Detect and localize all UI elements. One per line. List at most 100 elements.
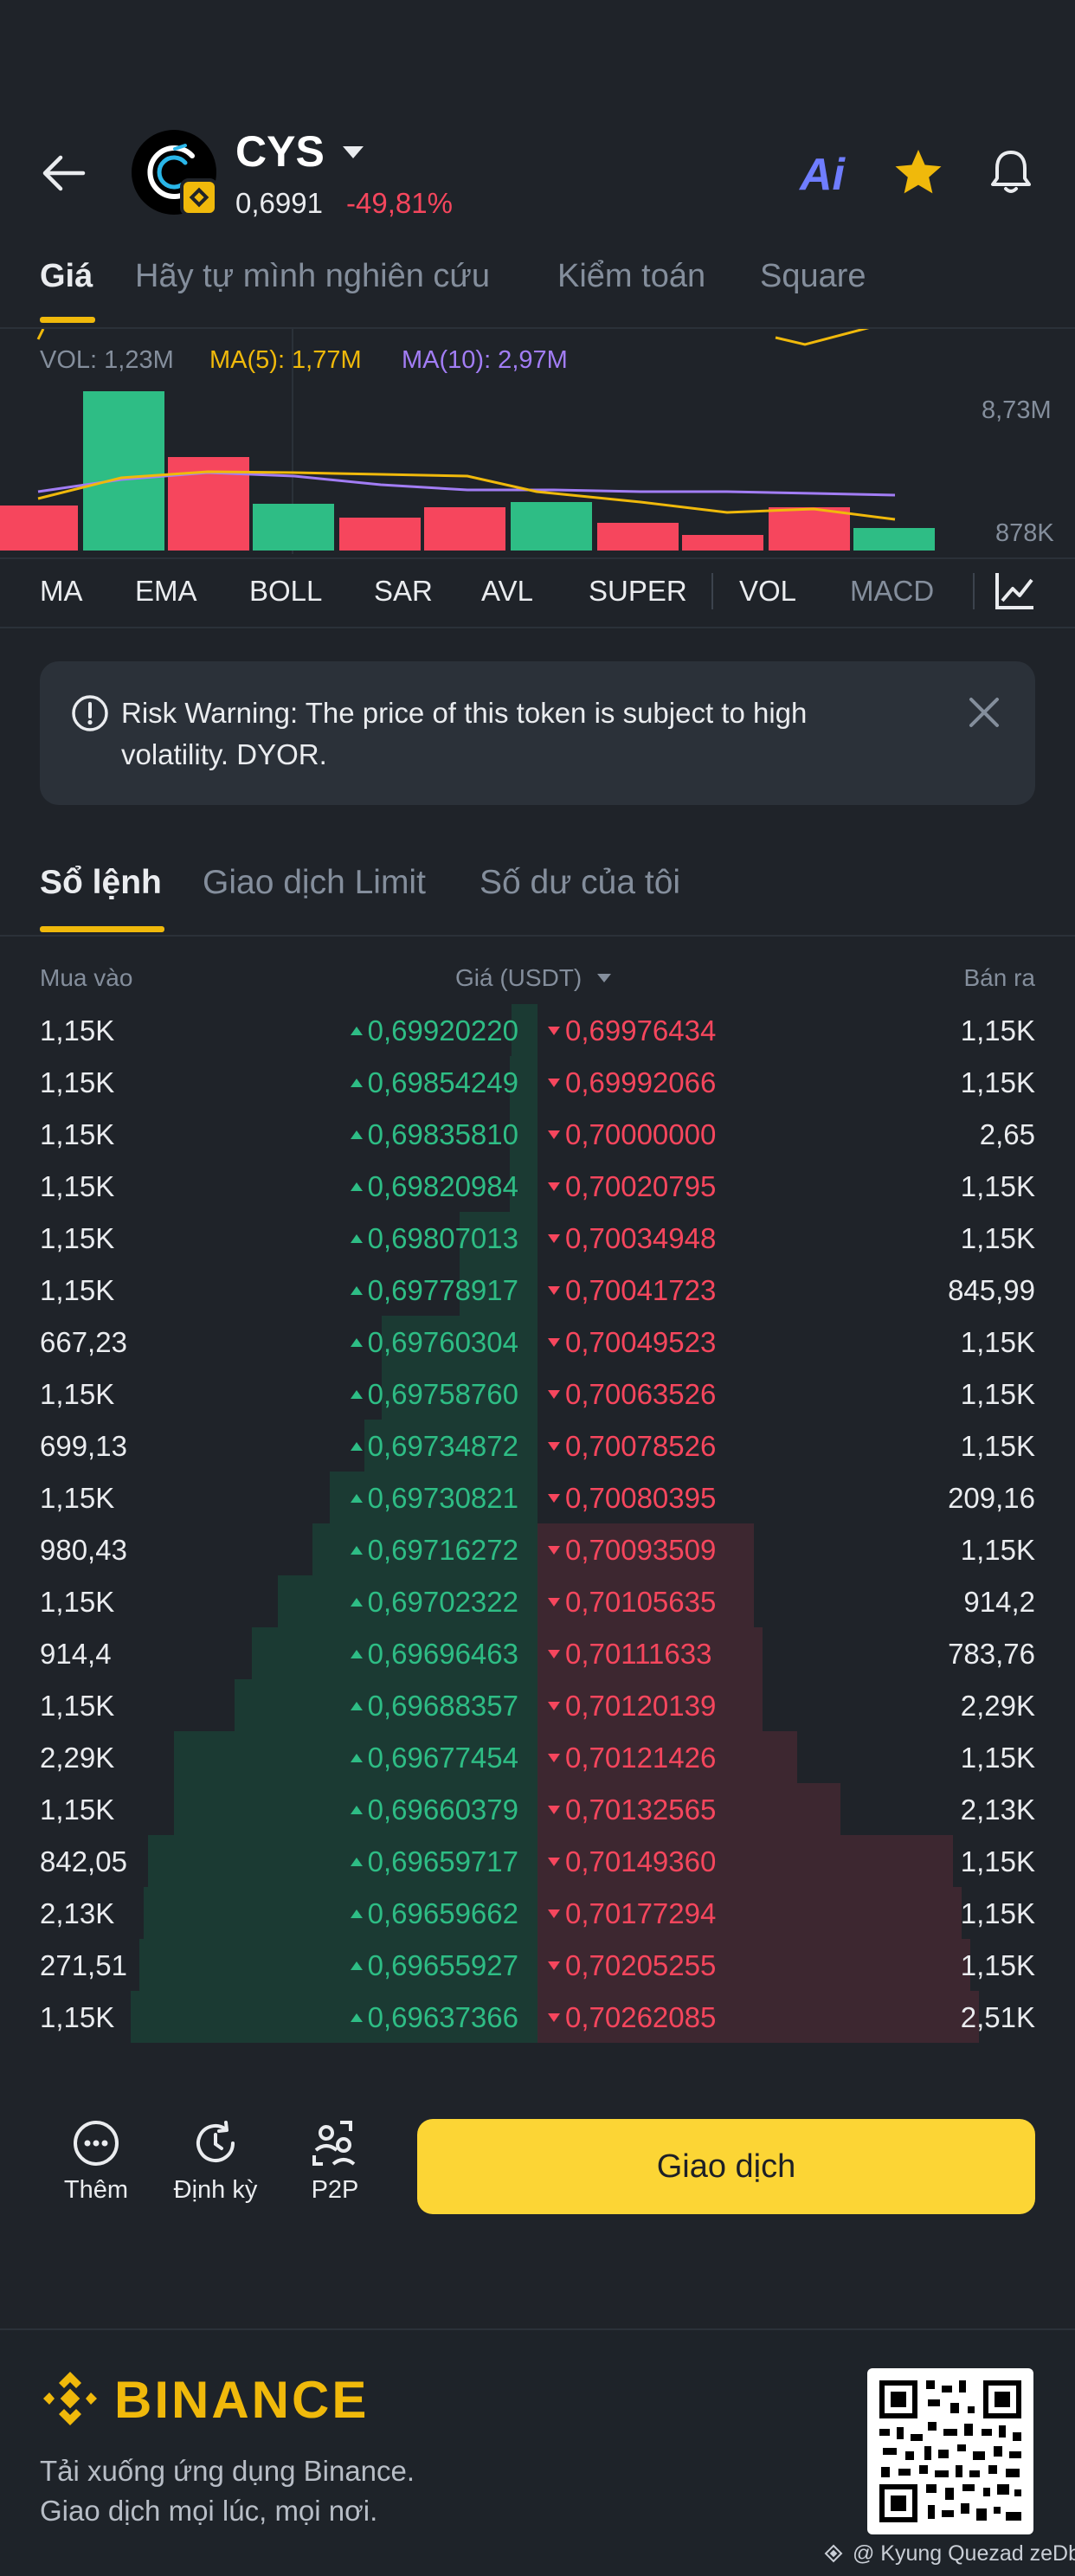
ai-assistant-icon[interactable]: Ai [800, 149, 845, 201]
ask-price: 0,70111633 [548, 1638, 711, 1671]
ask-quantity: 1,15K [960, 1014, 1035, 1046]
credit-text: @ Kyung Quezad zeDb [852, 2541, 1075, 2566]
tab-my-balance[interactable]: Số dư của tôi [480, 864, 680, 902]
triangle-down-icon [548, 1909, 560, 1918]
bid-quantity: 1,15K [40, 1066, 115, 1098]
bid-price-value: 0,69778917 [367, 1274, 518, 1306]
bid-price-value: 0,69820984 [367, 1170, 518, 1202]
triangle-up-icon [350, 1442, 363, 1451]
indicator-macd[interactable]: MACD [850, 575, 934, 608]
bid-price-value: 0,69677454 [367, 1742, 518, 1774]
vol-legend: VOL: 1,23M [40, 346, 174, 374]
order-book-row[interactable]: 1,15K 0,69778917 0,70041723 845,99 [40, 1264, 1035, 1316]
ask-price-value: 0,70111633 [565, 1638, 712, 1670]
order-book-row[interactable]: 1,15K 0,69730821 0,70080395 209,16 [40, 1472, 1035, 1523]
tab-square[interactable]: Square [760, 258, 866, 295]
ask-price-value: 0,70020795 [565, 1170, 717, 1202]
indicator-boll[interactable]: BOLL [249, 575, 322, 608]
order-book-row[interactable]: 1,15K 0,69854249 0,69992066 1,15K [40, 1056, 1035, 1108]
indicator-super[interactable]: SUPER [589, 575, 687, 608]
ask-price-value: 0,70105635 [565, 1586, 717, 1618]
bid-quantity: 699,13 [40, 1430, 127, 1462]
ask-price-value: 0,70177294 [565, 1897, 717, 1929]
ma10-legend: MA(10): 2,97M [402, 346, 568, 374]
order-book-row[interactable]: 980,43 0,69716272 0,70093509 1,15K [40, 1523, 1035, 1575]
ask-price-value: 0,69992066 [565, 1066, 717, 1098]
ask-price: 0,70105635 [548, 1586, 716, 1619]
bid-price-value: 0,69702322 [367, 1586, 518, 1618]
ask-quantity: 845,99 [948, 1274, 1035, 1306]
download-qr-code[interactable] [867, 2368, 1033, 2534]
token-symbol[interactable]: CYS [235, 126, 325, 177]
p2p-action[interactable]: P2P [279, 2119, 391, 2205]
order-book-row[interactable]: 1,15K 0,69660379 0,70132565 2,13K [40, 1783, 1035, 1835]
indicator-ma[interactable]: MA [40, 575, 83, 608]
order-book-row[interactable]: 914,4 0,69696463 0,70111633 783,76 [40, 1627, 1035, 1679]
footer-line-1: Tải xuống ứng dụng Binance. [40, 2455, 415, 2487]
bnb-chain-badge-icon [180, 178, 218, 216]
indicator-vol[interactable]: VOL [739, 575, 796, 608]
order-book-row[interactable]: 1,15K 0,69758760 0,70063526 1,15K [40, 1368, 1035, 1420]
triangle-up-icon [350, 2013, 363, 2022]
bid-quantity: 1,15K [40, 1378, 115, 1410]
indicator-sar[interactable]: SAR [374, 575, 433, 608]
bid-price-value: 0,69655927 [367, 1949, 518, 1981]
indicator-ema[interactable]: EMA [135, 575, 197, 608]
close-icon[interactable] [968, 696, 1001, 729]
order-book-row[interactable]: 1,15K 0,69702322 0,70105635 914,2 [40, 1575, 1035, 1627]
order-book-row[interactable]: 1,15K 0,69637366 0,70262085 2,51K [40, 1991, 1035, 2043]
bid-quantity: 1,15K [40, 1170, 115, 1202]
recurring-action[interactable]: Định kỳ [159, 2119, 272, 2205]
bid-price-value: 0,69835810 [367, 1118, 518, 1150]
volume-bar [339, 518, 421, 551]
bid-quantity: 980,43 [40, 1534, 127, 1566]
trade-button[interactable]: Giao dịch [417, 2119, 1035, 2214]
tab-limit-trades[interactable]: Giao dịch Limit [203, 864, 426, 902]
triangle-up-icon [350, 1338, 363, 1347]
bid-price: 0,69696463 [350, 1638, 518, 1671]
ask-quantity: 1,15K [960, 1742, 1035, 1774]
order-book: 1,15K 0,69920220 0,69976434 1,15K 1,15K 0,698… [40, 1004, 1035, 2043]
tab-order-book[interactable]: Sổ lệnh [40, 864, 162, 902]
binance-square-icon [824, 2544, 843, 2563]
volume-axis-min: 878K [995, 519, 1054, 547]
ask-price-value: 0,70262085 [565, 2001, 717, 2033]
chart-settings-icon[interactable] [994, 571, 1035, 611]
price-header-label: Giá (USDT) [455, 964, 583, 991]
tab-price[interactable]: Giá [40, 258, 93, 295]
qr-code-icon [879, 2380, 1021, 2522]
volume-bar [853, 528, 935, 551]
triangle-down-icon [548, 2013, 560, 2022]
caret-down-icon[interactable] [341, 144, 365, 161]
more-action[interactable]: Thêm [40, 2119, 152, 2205]
notification-bell-icon[interactable] [985, 145, 1037, 197]
order-book-row[interactable]: 1,15K 0,69807013 0,70034948 1,15K [40, 1212, 1035, 1264]
order-book-row[interactable]: 842,05 0,69659717 0,70149360 1,15K [40, 1835, 1035, 1887]
ask-quantity: 914,2 [963, 1586, 1035, 1618]
favorite-star-icon[interactable] [892, 145, 945, 199]
ask-price-value: 0,70121426 [565, 1742, 717, 1774]
tab-audit[interactable]: Kiểm toán [557, 258, 705, 295]
bid-price-value: 0,69920220 [367, 1014, 518, 1046]
ask-quantity: 783,76 [948, 1638, 1035, 1670]
order-book-row[interactable]: 2,29K 0,69677454 0,70121426 1,15K [40, 1731, 1035, 1783]
back-arrow-icon[interactable] [40, 149, 88, 197]
indicator-avl[interactable]: AVL [481, 575, 533, 608]
price-column-header[interactable]: Giá (USDT) [455, 964, 613, 992]
p2p-label: P2P [311, 2176, 359, 2204]
order-book-row[interactable]: 1,15K 0,69920220 0,69976434 1,15K [40, 1004, 1035, 1056]
order-book-row[interactable]: 1,15K 0,69820984 0,70020795 1,15K [40, 1160, 1035, 1212]
triangle-down-icon [548, 1494, 560, 1503]
order-book-row[interactable]: 271,51 0,69655927 0,70205255 1,15K [40, 1939, 1035, 1991]
tab-dyor[interactable]: Hãy tự mình nghiên cứu [135, 258, 490, 295]
bid-quantity: 1,15K [40, 1794, 115, 1826]
price-line-fragment-left [36, 329, 45, 340]
order-book-row[interactable]: 667,23 0,69760304 0,70049523 1,15K [40, 1316, 1035, 1368]
ask-quantity: 1,15K [960, 1430, 1035, 1462]
order-book-row[interactable]: 2,13K 0,69659662 0,70177294 1,15K [40, 1887, 1035, 1939]
order-book-row[interactable]: 699,13 0,69734872 0,70078526 1,15K [40, 1420, 1035, 1472]
order-book-row[interactable]: 1,15K 0,69688357 0,70120139 2,29K [40, 1679, 1035, 1731]
ask-price-value: 0,69976434 [565, 1014, 717, 1046]
volume-bar [253, 504, 334, 551]
order-book-row[interactable]: 1,15K 0,69835810 0,70000000 2,65 [40, 1108, 1035, 1160]
